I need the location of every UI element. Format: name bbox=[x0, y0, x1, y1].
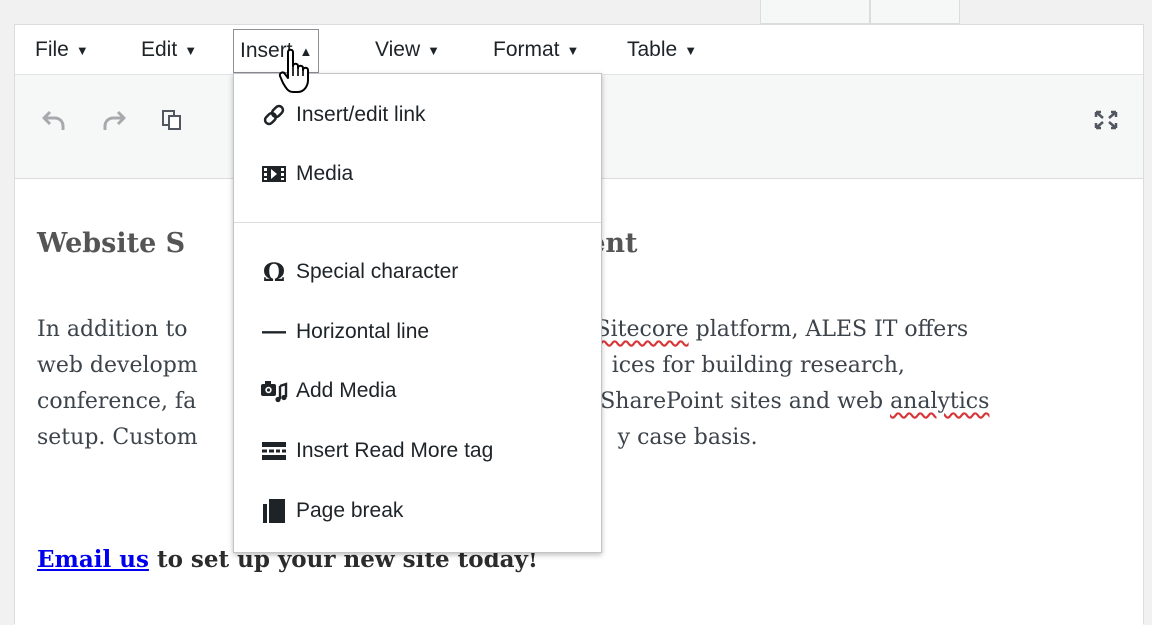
top-strip bbox=[0, 0, 1152, 24]
menu-item-label: Insert Read More tag bbox=[296, 439, 494, 462]
menubar: File ▼ Edit ▼ Insert ▲ View ▼ Format ▼ Table ▼ bbox=[15, 25, 1143, 75]
menu-item-media[interactable]: Media bbox=[234, 148, 601, 200]
line-text-left: In addition to bbox=[37, 317, 188, 342]
media-icon bbox=[260, 160, 288, 188]
menu-item-insert-read-more-tag[interactable]: Insert Read More tag bbox=[234, 425, 601, 477]
menu-table[interactable]: Table ▼ bbox=[621, 33, 703, 67]
menu-edit[interactable]: Edit ▼ bbox=[135, 33, 203, 67]
read-more-icon bbox=[260, 437, 288, 465]
menu-file[interactable]: File ▼ bbox=[29, 33, 95, 67]
line-text-left: web developm bbox=[37, 353, 198, 378]
menu-item-special-character[interactable]: Ω Special character bbox=[234, 246, 601, 298]
link-icon bbox=[260, 101, 288, 129]
chevron-down-icon: ▼ bbox=[184, 43, 198, 58]
omega-icon: Ω bbox=[262, 257, 286, 287]
line-text-right: SharePoint sites and web bbox=[600, 389, 891, 414]
hand-pointer-cursor-icon bbox=[278, 48, 314, 96]
menu-item-label: Horizontal line bbox=[296, 320, 430, 343]
line-text-right: ices for building research, bbox=[611, 353, 905, 378]
menu-item-add-media[interactable]: Add Media bbox=[234, 365, 601, 417]
menu-item-label: Media bbox=[296, 162, 354, 185]
menu-item-label: Special character bbox=[296, 260, 459, 283]
heading-text-start: Website S bbox=[37, 228, 186, 259]
line-text-right: y case basis. bbox=[617, 425, 758, 450]
line-text-left: conference, fa bbox=[37, 389, 197, 414]
horizontal-line-icon: — bbox=[262, 318, 286, 345]
chevron-down-icon: ▼ bbox=[75, 43, 89, 58]
menu-separator bbox=[234, 222, 601, 223]
menu-label: File bbox=[35, 38, 69, 61]
background-tab bbox=[870, 0, 960, 24]
menu-format[interactable]: Format ▼ bbox=[487, 33, 585, 67]
menu-item-label: Page break bbox=[296, 499, 404, 522]
line-text-right: platform, ALES IT offers bbox=[688, 317, 969, 342]
chevron-down-icon: ▼ bbox=[566, 43, 580, 58]
copy-icon[interactable] bbox=[155, 103, 189, 137]
menu-item-insert-edit-link[interactable]: Insert/edit link bbox=[234, 89, 601, 141]
menu-label: Edit bbox=[141, 38, 178, 61]
menu-label: Table bbox=[627, 38, 678, 61]
add-media-icon bbox=[260, 377, 288, 405]
misspelled-word: Sitecore bbox=[595, 317, 689, 342]
menu-label: View bbox=[375, 38, 421, 61]
menu-label: Format bbox=[493, 38, 560, 61]
misspelled-word: analytics bbox=[890, 389, 990, 414]
fullscreen-icon[interactable] bbox=[1089, 103, 1123, 137]
email-us-link[interactable]: Email us bbox=[37, 546, 149, 573]
page-break-icon bbox=[260, 497, 288, 525]
menu-item-label: Insert/edit link bbox=[296, 103, 426, 126]
menu-view[interactable]: View ▼ bbox=[369, 33, 446, 67]
menu-item-page-break[interactable]: Page break bbox=[234, 485, 601, 537]
menu-item-horizontal-line[interactable]: — Horizontal line bbox=[234, 306, 601, 358]
background-tab bbox=[760, 0, 870, 24]
chevron-down-icon: ▼ bbox=[427, 43, 441, 58]
redo-icon[interactable] bbox=[97, 103, 131, 137]
menu-item-label: Add Media bbox=[296, 379, 397, 402]
undo-icon[interactable] bbox=[37, 103, 71, 137]
chevron-down-icon: ▼ bbox=[684, 43, 698, 58]
line-text-left: setup. Custom bbox=[37, 425, 198, 450]
insert-dropdown-menu: Insert/edit link Media Ω Special charact… bbox=[233, 73, 602, 553]
